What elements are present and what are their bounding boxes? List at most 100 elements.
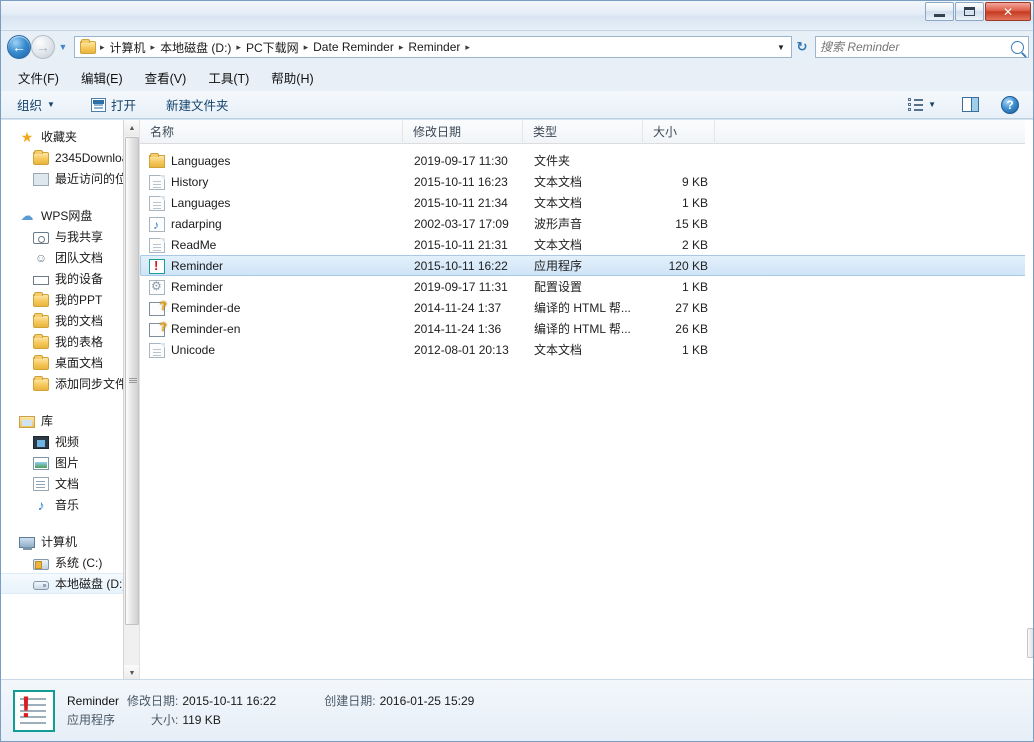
menu-file[interactable]: 文件(F) — [15, 66, 62, 89]
chm-help-icon — [149, 300, 167, 316]
shared-with-me-icon — [33, 231, 49, 244]
breadcrumb-computer[interactable]: 计算机 — [107, 39, 149, 56]
sidebar-item-shared-with-me[interactable]: 与我共享 — [1, 226, 139, 247]
column-header-type[interactable]: 类型 — [523, 120, 643, 144]
preview-pane-button[interactable] — [954, 94, 987, 115]
breadcrumb-date-reminder[interactable]: Date Reminder — [310, 40, 397, 54]
details-created-value: 2016-01-25 15:29 — [379, 693, 475, 708]
sidebar-item-pictures[interactable]: 图片 — [1, 452, 139, 473]
folder-icon — [33, 355, 49, 370]
details-text: Reminder 修改日期: 2015-10-11 16:22 创建日期: 20… — [67, 692, 474, 730]
sidebar-item-my-documents[interactable]: 我的文档 — [1, 310, 139, 331]
video-icon — [33, 436, 49, 449]
table-row[interactable]: Reminder-de 2014-11-24 1:37 编译的 HTML 帮..… — [140, 297, 1033, 318]
sidebar-item-team-docs[interactable]: ☺ 团队文档 — [1, 247, 139, 268]
sidebar-item-label: 我的设备 — [55, 272, 104, 286]
details-size-label: 大小: — [151, 712, 179, 727]
column-header-label: 修改日期 — [413, 124, 462, 139]
breadcrumb[interactable]: ▸ 计算机 ▸ 本地磁盘 (D:) ▸ PC下载网 ▸ Date Reminde… — [74, 36, 792, 58]
sidebar-item-2345download[interactable]: 2345Downloa — [1, 147, 139, 168]
sidebar-item-documents[interactable]: 文档 — [1, 473, 139, 494]
scroll-up-arrow-icon[interactable]: ▲ — [124, 120, 139, 136]
file-name-cell: Reminder — [141, 279, 404, 295]
sidebar-item-favorites[interactable]: ★ 收藏夹 — [1, 126, 139, 147]
sidebar-item-wps-cloud[interactable]: ☁ WPS网盘 — [1, 205, 139, 226]
search-box[interactable] — [815, 36, 1029, 58]
organize-button[interactable]: 组织 ▼ — [9, 92, 63, 117]
maximize-button[interactable] — [955, 2, 984, 21]
table-row-selected[interactable]: Reminder 2015-10-11 16:22 应用程序 120 KB — [140, 255, 1033, 276]
file-date: 2015-10-11 21:31 — [414, 237, 508, 252]
new-folder-label: 新建文件夹 — [165, 99, 229, 113]
menu-help[interactable]: 帮助(H) — [268, 66, 316, 89]
scroll-grip-handle[interactable] — [1027, 628, 1033, 658]
sidebar-item-libraries[interactable]: 库 — [1, 410, 139, 431]
history-dropdown-icon[interactable]: ▼ — [55, 42, 71, 52]
sidebar-item-add-sync-folder[interactable]: 添加同步文件夹 — [1, 373, 139, 394]
star-icon: ★ — [20, 128, 34, 145]
text-file-icon — [149, 237, 165, 253]
forward-button[interactable]: → — [31, 35, 55, 59]
file-name-cell: History — [141, 174, 404, 190]
open-button[interactable]: 打开 — [83, 92, 144, 117]
sidebar-item-system-c[interactable]: 系统 (C:) — [1, 552, 139, 573]
details-pane: Reminder 修改日期: 2015-10-11 16:22 创建日期: 20… — [1, 679, 1033, 741]
menu-tools[interactable]: 工具(T) — [205, 66, 252, 89]
close-button[interactable]: ✕ — [985, 2, 1031, 21]
details-row-top: Reminder 修改日期: 2015-10-11 16:22 创建日期: 20… — [67, 692, 474, 711]
table-row[interactable]: History 2015-10-11 16:23 文本文档 9 KB — [140, 171, 1033, 192]
right-scroll-strip[interactable] — [1025, 120, 1033, 681]
column-header-name[interactable]: 名称 — [140, 120, 403, 144]
new-folder-button[interactable]: 新建文件夹 — [158, 92, 237, 117]
search-input[interactable] — [820, 40, 1011, 54]
sidebar-item-music[interactable]: ♪ 音乐 — [1, 494, 139, 515]
sidebar-item-computer[interactable]: 计算机 — [1, 531, 139, 552]
file-name-cell: Reminder-de — [141, 300, 404, 316]
sidebar-item-label: 2345Downloa — [55, 150, 129, 165]
back-button[interactable]: ← — [7, 35, 31, 59]
refresh-icon[interactable]: ↻ — [792, 39, 812, 55]
column-header-size[interactable]: 大小 — [643, 120, 715, 144]
menu-bar: 文件(F) 编辑(E) 查看(V) 工具(T) 帮助(H) — [1, 65, 1033, 89]
sidebar-item-videos[interactable]: 视频 — [1, 431, 139, 452]
pictures-icon — [33, 457, 49, 470]
sidebar-item-recent-places[interactable]: 最近访问的位置 — [1, 168, 139, 189]
sidebar-item-local-disk-d[interactable]: 本地磁盘 (D:) — [1, 573, 139, 594]
organize-label: 组织 — [17, 99, 43, 113]
folder-icon — [33, 376, 49, 391]
breadcrumb-pc-download[interactable]: PC下载网 — [243, 39, 302, 56]
help-button[interactable]: ? — [993, 93, 1027, 117]
sidebar-item-desktop-docs[interactable]: 桌面文档 — [1, 352, 139, 373]
sidebar-item-my-ppt[interactable]: 我的PPT — [1, 289, 139, 310]
nav-group-libraries: 库 视频 图片 文档 ♪ 音乐 — [1, 410, 139, 515]
table-row[interactable]: Unicode 2012-08-01 20:13 文本文档 1 KB — [140, 339, 1033, 360]
breadcrumb-local-disk[interactable]: 本地磁盘 (D:) — [157, 39, 234, 56]
column-header-label: 类型 — [533, 124, 558, 139]
sidebar-scrollbar-thumb[interactable] — [125, 137, 139, 625]
menu-view[interactable]: 查看(V) — [142, 66, 190, 89]
column-header-date[interactable]: 修改日期 — [403, 120, 523, 144]
file-size: 15 KB — [675, 216, 708, 231]
details-created-label: 创建日期: — [324, 693, 376, 708]
table-row[interactable]: Reminder 2019-09-17 11:31 配置设置 1 KB — [140, 276, 1033, 297]
breadcrumb-separator: ▸ — [465, 41, 470, 52]
menu-edit[interactable]: 编辑(E) — [78, 66, 126, 89]
chevron-down-icon[interactable]: ▼ — [773, 43, 789, 52]
table-row[interactable]: Reminder-en 2014-11-24 1:36 编译的 HTML 帮..… — [140, 318, 1033, 339]
sidebar-item-my-devices[interactable]: 我的设备 — [1, 268, 139, 289]
file-name: Reminder-en — [171, 321, 241, 336]
table-row[interactable]: Languages 2019-09-17 11:30 文件夹 — [140, 150, 1033, 171]
details-file-name: Reminder — [67, 693, 120, 708]
table-row[interactable]: Languages 2015-10-11 21:34 文本文档 1 KB — [140, 192, 1033, 213]
file-date: 2019-09-17 11:30 — [414, 153, 508, 168]
computer-icon — [19, 537, 35, 550]
minimize-button[interactable] — [925, 2, 954, 21]
sidebar-item-my-sheets[interactable]: 我的表格 — [1, 331, 139, 352]
breadcrumb-reminder[interactable]: Reminder — [405, 40, 463, 54]
open-label: 打开 — [110, 99, 136, 113]
file-type: 文本文档 — [534, 343, 583, 357]
sidebar-scrollbar[interactable]: ▲ ▼ — [123, 120, 139, 681]
table-row[interactable]: ReadMe 2015-10-11 21:31 文本文档 2 KB — [140, 234, 1033, 255]
change-view-button[interactable]: ▼ — [900, 95, 944, 114]
table-row[interactable]: radarping 2002-03-17 17:09 波形声音 15 KB — [140, 213, 1033, 234]
